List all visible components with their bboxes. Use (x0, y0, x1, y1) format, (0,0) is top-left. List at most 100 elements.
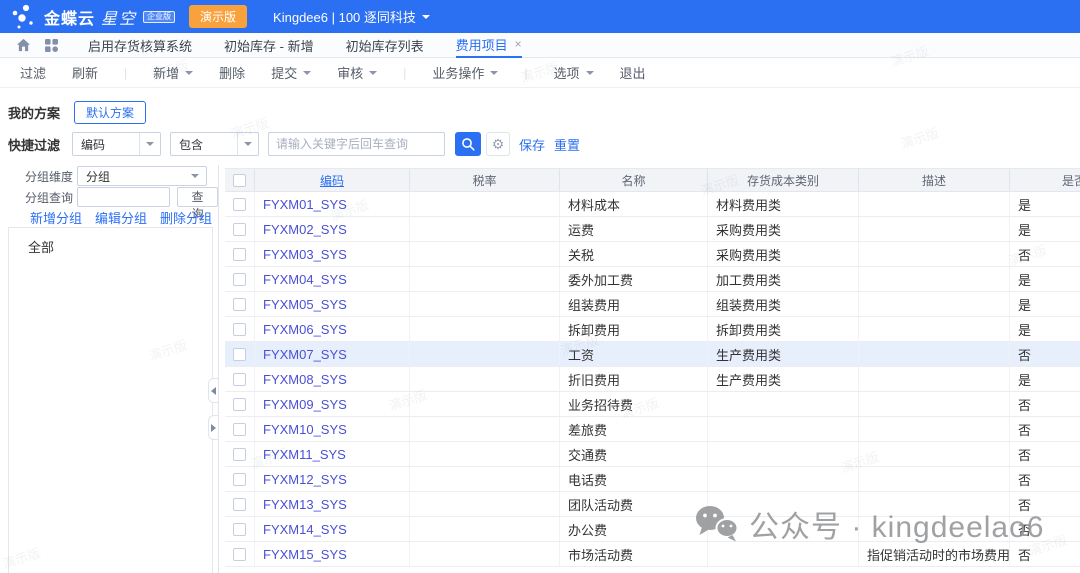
column-header-tax[interactable]: 税率 (410, 169, 560, 191)
cell-tax (410, 492, 560, 516)
table-row[interactable]: FYXM04_SYS委外加工费加工费用类是 (225, 267, 1080, 292)
filter-settings-button[interactable]: ⚙ (486, 132, 510, 156)
cell-code[interactable]: FYXM10_SYS (255, 417, 410, 441)
options-button[interactable]: 选项 (553, 63, 593, 82)
row-checkbox[interactable] (233, 448, 246, 461)
new-button[interactable]: 新增 (153, 63, 193, 82)
reset-filter-link[interactable]: 重置 (554, 135, 580, 154)
table-row[interactable]: FYXM06_SYS拆卸费用拆卸费用类是 (225, 317, 1080, 342)
cell-code[interactable]: FYXM13_SYS (255, 492, 410, 516)
cell-desc (859, 517, 1010, 541)
tab-initial-inventory-new[interactable]: 初始库存 - 新增 (224, 33, 314, 58)
table-row[interactable]: FYXM02_SYS运费采购费用类是 (225, 217, 1080, 242)
cell-code[interactable]: FYXM11_SYS (255, 442, 410, 466)
home-icon[interactable] (16, 38, 31, 52)
cell-code[interactable]: FYXM06_SYS (255, 317, 410, 341)
table-row[interactable]: FYXM10_SYS差旅费否 (225, 417, 1080, 442)
row-checkbox[interactable] (233, 548, 246, 561)
chevron-down-icon (139, 133, 160, 155)
column-header-category[interactable]: 存货成本类别 (708, 169, 859, 191)
submit-button[interactable]: 提交 (271, 63, 311, 82)
table-row[interactable]: FYXM07_SYS工资生产费用类否 (225, 342, 1080, 367)
table-row[interactable]: FYXM11_SYS交通费否 (225, 442, 1080, 467)
expand-panel-handle[interactable] (208, 415, 218, 440)
table-row[interactable]: FYXM12_SYS电话费否 (225, 467, 1080, 492)
filter-field-select[interactable]: 编码 (72, 132, 161, 156)
close-icon[interactable]: × (515, 37, 522, 51)
cell-code[interactable]: FYXM09_SYS (255, 392, 410, 416)
row-checkbox[interactable] (233, 323, 246, 336)
column-header-flag[interactable]: 是否 (1010, 169, 1080, 191)
cell-code[interactable]: FYXM08_SYS (255, 367, 410, 391)
row-checkbox[interactable] (233, 298, 246, 311)
account-switcher[interactable]: Kingdee6 | 100 逐同科技 (273, 7, 430, 26)
column-header-code[interactable]: 编码 (255, 169, 410, 191)
filter-operator-select[interactable]: 包含 (170, 132, 259, 156)
table-row[interactable]: FYXM09_SYS业务招待费否 (225, 392, 1080, 417)
cell-code[interactable]: FYXM03_SYS (255, 242, 410, 266)
chevron-down-icon (586, 71, 594, 75)
tab-enable-inventory-accounting[interactable]: 启用存货核算系统 (88, 33, 192, 58)
toolbar-item-label: 刷新 (72, 63, 98, 82)
group-tree-item[interactable]: 全部 (9, 228, 212, 256)
search-button[interactable] (455, 132, 481, 156)
table-row[interactable]: FYXM15_SYS市场活动费指促销活动时的市场费用否 (225, 542, 1080, 567)
edit-group-link[interactable]: 编辑分组 (95, 208, 147, 227)
cell-flag: 是 (1010, 367, 1080, 391)
delete-button[interactable]: 删除 (219, 63, 245, 82)
exit-button[interactable]: 退出 (620, 63, 646, 82)
table-row[interactable]: FYXM14_SYS办公费否 (225, 517, 1080, 542)
row-checkbox-cell (225, 517, 255, 541)
row-checkbox[interactable] (233, 198, 246, 211)
group-search-input[interactable] (77, 187, 170, 207)
row-checkbox[interactable] (233, 348, 246, 361)
cell-code[interactable]: FYXM15_SYS (255, 542, 410, 566)
table-row[interactable]: FYXM03_SYS关税采购费用类否 (225, 242, 1080, 267)
save-scheme-link[interactable]: 保存 (519, 135, 545, 154)
column-header-desc[interactable]: 描述 (859, 169, 1010, 191)
cell-code[interactable]: FYXM01_SYS (255, 192, 410, 216)
refresh-button[interactable]: 刷新 (72, 63, 98, 82)
row-checkbox[interactable] (233, 398, 246, 411)
default-scheme-button[interactable]: 默认方案 (74, 101, 146, 124)
select-all-checkbox[interactable] (233, 174, 246, 187)
group-search-button[interactable]: 查询 (177, 187, 218, 207)
table-row[interactable]: FYXM05_SYS组装费用组装费用类是 (225, 292, 1080, 317)
app-grid-icon[interactable] (45, 39, 58, 52)
tab-label: 费用项目 (456, 35, 508, 54)
tab-list: 启用存货核算系统 初始库存 - 新增 初始库存列表 费用项目 × (72, 33, 538, 58)
group-dimension-select[interactable]: 分组 (77, 166, 207, 186)
table-row[interactable]: FYXM01_SYS材料成本材料费用类是 (225, 192, 1080, 217)
row-checkbox[interactable] (233, 523, 246, 536)
cell-tax (410, 242, 560, 266)
keyword-search-input[interactable] (268, 132, 445, 156)
row-checkbox[interactable] (233, 473, 246, 486)
cell-code[interactable]: FYXM07_SYS (255, 342, 410, 366)
tab-initial-inventory-list[interactable]: 初始库存列表 (346, 33, 424, 58)
cell-code[interactable]: FYXM12_SYS (255, 467, 410, 491)
row-checkbox[interactable] (233, 423, 246, 436)
row-checkbox[interactable] (233, 373, 246, 386)
cell-code[interactable]: FYXM05_SYS (255, 292, 410, 316)
table-row[interactable]: FYXM08_SYS折旧费用生产费用类是 (225, 367, 1080, 392)
filter-button[interactable]: 过滤 (20, 63, 46, 82)
delete-group-link[interactable]: 删除分组 (160, 208, 212, 227)
add-group-link[interactable]: 新增分组 (30, 208, 82, 227)
business-operations-button[interactable]: 业务操作 (432, 63, 498, 82)
row-checkbox[interactable] (233, 273, 246, 286)
row-checkbox[interactable] (233, 223, 246, 236)
audit-button[interactable]: 审核 (337, 63, 377, 82)
cell-code[interactable]: FYXM02_SYS (255, 217, 410, 241)
column-header-name[interactable]: 名称 (560, 169, 708, 191)
row-checkbox[interactable] (233, 248, 246, 261)
cell-code[interactable]: FYXM04_SYS (255, 267, 410, 291)
row-checkbox-cell (225, 342, 255, 366)
logo-dots-icon (10, 3, 36, 31)
cell-code[interactable]: FYXM14_SYS (255, 517, 410, 541)
cell-flag: 否 (1010, 492, 1080, 516)
row-checkbox-cell (225, 317, 255, 341)
row-checkbox[interactable] (233, 498, 246, 511)
collapse-panel-handle[interactable] (208, 378, 218, 403)
table-row[interactable]: FYXM13_SYS团队活动费否 (225, 492, 1080, 517)
tab-expense-items[interactable]: 费用项目 × (456, 33, 522, 58)
